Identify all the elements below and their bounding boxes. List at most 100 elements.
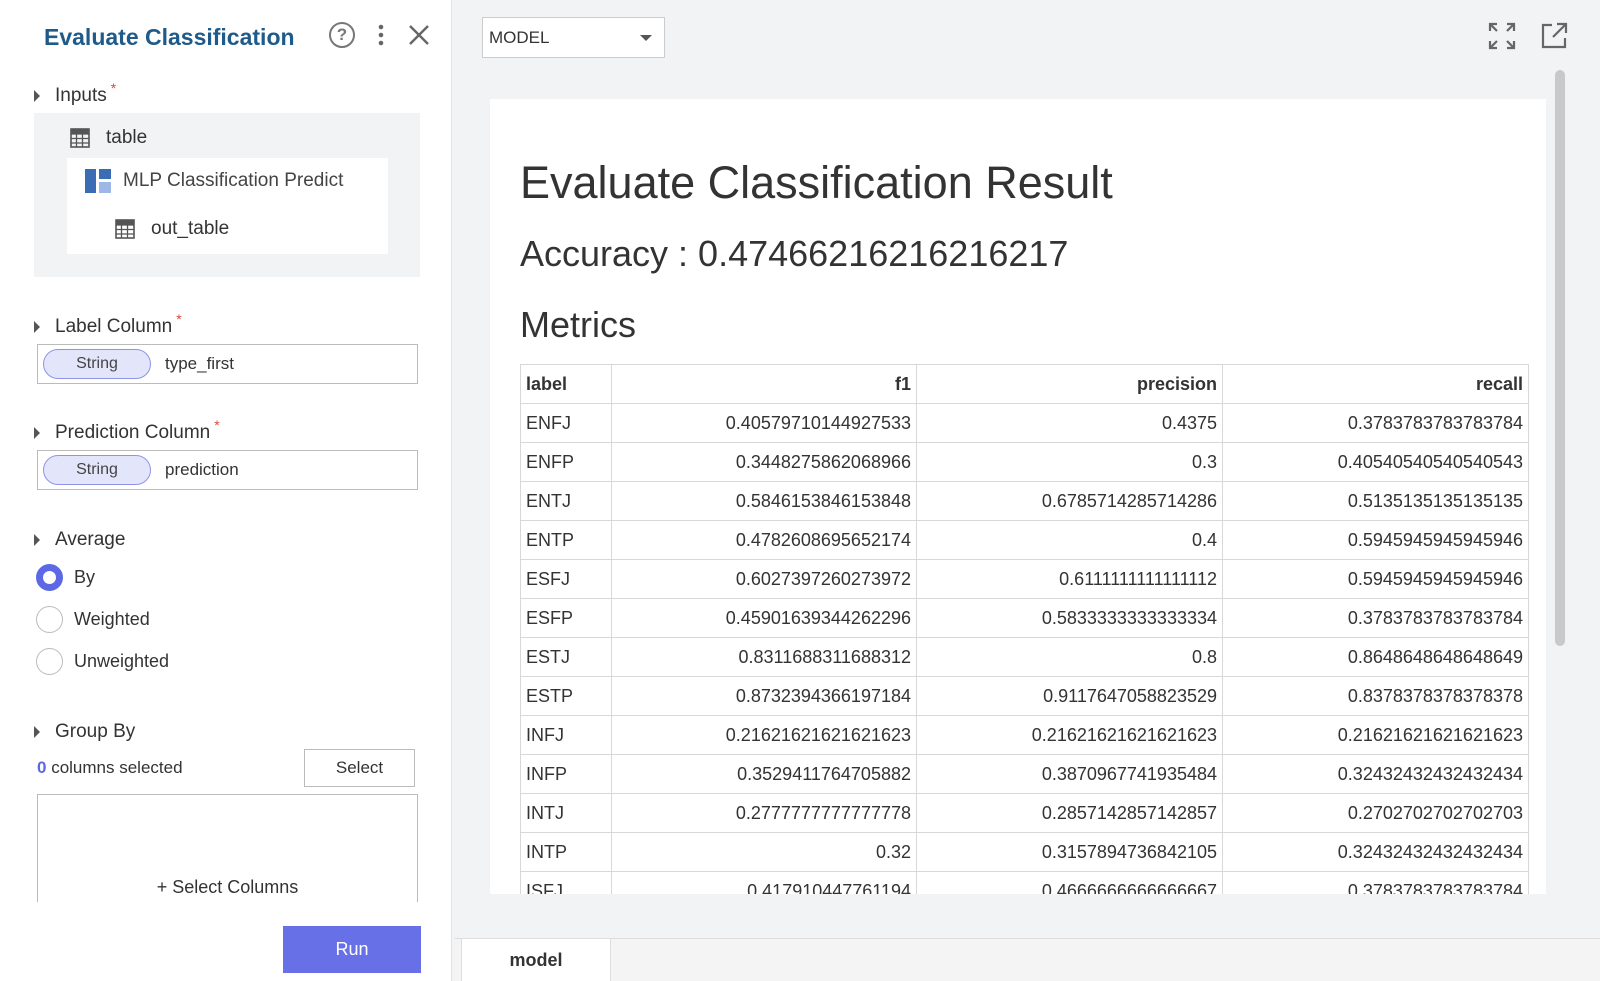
table-cell-f1: 0.2777777777777778 [611, 793, 917, 833]
table-cell-precision: 0.3 [916, 442, 1223, 482]
prediction-column-label: Prediction Column [55, 422, 211, 443]
table-cell-recall: 0.2702702702702703 [1222, 793, 1529, 833]
table-cell-f1: 0.45901639344262296 [611, 598, 917, 638]
average-option-label: Unweighted [74, 651, 170, 671]
table-cell-precision: 0.6111111111111112 [916, 559, 1223, 599]
table-cell-label: INFJ [520, 715, 612, 755]
input-table-node[interactable]: table [70, 127, 147, 149]
group-by-header[interactable]: Group By [34, 721, 135, 743]
table-cell-label: INTJ [520, 793, 612, 833]
caret-right-icon [34, 726, 40, 738]
table-cell-precision: 0.3157894736842105 [916, 832, 1223, 872]
tab-model[interactable]: model [461, 938, 611, 981]
table-row: ESFP 0.45901639344262296 0.583333333333333… [520, 598, 1529, 638]
table-cell-f1: 0.6027397260273972 [611, 559, 917, 599]
table-cell-recall: 0.21621621621621623 [1222, 715, 1529, 755]
label-column-header[interactable]: Label Column * [34, 311, 182, 338]
required-marker: * [176, 311, 182, 327]
table-cell-f1: 0.5846153846153848 [611, 481, 917, 521]
caret-right-icon [34, 321, 40, 333]
column-header-recall[interactable]: recall [1222, 364, 1529, 404]
group-by-columns-box[interactable]: + Select Columns [37, 794, 418, 902]
columns-selected-text: 0 columns selected [37, 758, 183, 778]
prediction-column-value: prediction [165, 460, 239, 479]
accuracy-text: Accuracy : 0.47466216216216217 [520, 233, 1069, 274]
table-cell-recall: 0.40540540540540543 [1222, 442, 1529, 482]
more-options-icon[interactable] [364, 18, 398, 52]
caret-right-icon [34, 90, 40, 102]
average-option-label: By [74, 567, 96, 587]
table-cell-label: ENFP [520, 442, 612, 482]
table-icon [70, 128, 90, 148]
table-cell-label: ESFP [520, 598, 612, 638]
column-header-precision[interactable]: precision [916, 364, 1223, 404]
table-cell-label: ESTJ [520, 637, 612, 677]
columns-selected-count: 0 [37, 758, 47, 777]
table-cell-recall: 0.8378378378378378 [1222, 676, 1529, 716]
table-icon [115, 219, 135, 239]
table-cell-recall: 0.3783783783783784 [1222, 598, 1529, 638]
source-node-label: MLP Classification Predict [123, 170, 344, 191]
table-cell-f1: 0.32 [611, 832, 917, 872]
type-badge: String [43, 455, 151, 485]
expand-icon[interactable] [1486, 20, 1518, 52]
average-option-weighted[interactable]: Weighted [36, 606, 150, 633]
source-output-node[interactable]: out_table [115, 218, 229, 240]
table-cell-label: INTP [520, 832, 612, 872]
open-external-icon[interactable] [1538, 20, 1570, 52]
table-row: INFJ 0.21621621621621623 0.216216216216216… [520, 715, 1529, 755]
table-cell-recall: 0.3783783783783784 [1222, 403, 1529, 443]
table-row: ENFP 0.3448275862068966 0.3 0.4054054054054… [520, 442, 1529, 482]
table-cell-precision: 0.4666666666666667 [916, 871, 1223, 894]
table-cell-precision: 0.5833333333333334 [916, 598, 1223, 638]
source-output-label: out_table [151, 218, 230, 239]
table-header-row: label f1 precision recall [520, 364, 1529, 404]
source-node[interactable]: MLP Classification Predict [85, 169, 343, 193]
type-badge: String [43, 349, 151, 379]
column-header-label[interactable]: label [520, 364, 612, 404]
table-cell-recall: 0.5135135135135135 [1222, 481, 1529, 521]
radio-unselected[interactable] [36, 648, 63, 675]
vertical-scrollbar[interactable] [1555, 70, 1565, 646]
table-cell-label: ESTP [520, 676, 612, 716]
column-header-f1[interactable]: f1 [611, 364, 917, 404]
inputs-section-header[interactable]: Inputs * [34, 80, 116, 107]
radio-unselected[interactable] [36, 606, 63, 633]
radio-selected[interactable] [36, 564, 63, 591]
select-columns-button[interactable]: Select [304, 749, 415, 787]
table-cell-recall: 0.5945945945945946 [1222, 559, 1529, 599]
table-cell-precision: 0.8 [916, 637, 1223, 677]
run-button[interactable]: Run [283, 926, 421, 973]
table-cell-f1: 0.417910447761194 [611, 871, 917, 894]
table-row: ESFJ 0.6027397260273972 0.6111111111111112… [520, 559, 1529, 599]
label-column-label: Label Column [55, 316, 173, 337]
group-by-label: Group By [55, 721, 136, 742]
model-select[interactable]: MODEL [482, 17, 665, 58]
inputs-label: Inputs [55, 85, 107, 106]
prediction-column-header[interactable]: Prediction Column * [34, 417, 220, 444]
model-select-value: MODEL [489, 27, 550, 47]
average-option-unweighted[interactable]: Unweighted [36, 648, 169, 675]
table-row: ENTP 0.4782608695652174 0.4 0.5945945945945… [520, 520, 1529, 560]
table-cell-f1: 0.8732394366197184 [611, 676, 917, 716]
model-node-icon [85, 169, 111, 193]
average-option-by[interactable]: By [36, 564, 95, 591]
close-icon[interactable] [402, 18, 436, 52]
dropdown-arrow-icon [640, 35, 652, 41]
label-column-field[interactable]: String type_first [37, 344, 418, 384]
table-cell-precision: 0.3870967741935484 [916, 754, 1223, 794]
average-option-label: Weighted [74, 609, 150, 629]
result-title: Evaluate Classification Result [520, 157, 1113, 208]
caret-right-icon [34, 427, 40, 439]
label-column-value: type_first [165, 354, 234, 373]
prediction-column-field[interactable]: String prediction [37, 450, 418, 490]
table-cell-label: ISFJ [520, 871, 612, 894]
table-cell-precision: 0.21621621621621623 [916, 715, 1223, 755]
table-cell-recall: 0.32432432432432434 [1222, 754, 1529, 794]
table-row: INFP 0.3529411764705882 0.3870967741935484… [520, 754, 1529, 794]
add-columns-link[interactable]: + Select Columns [157, 877, 299, 898]
help-icon[interactable]: ? [325, 18, 359, 52]
table-cell-precision: 0.4375 [916, 403, 1223, 443]
average-header[interactable]: Average [34, 529, 125, 551]
table-cell-label: ENTJ [520, 481, 612, 521]
